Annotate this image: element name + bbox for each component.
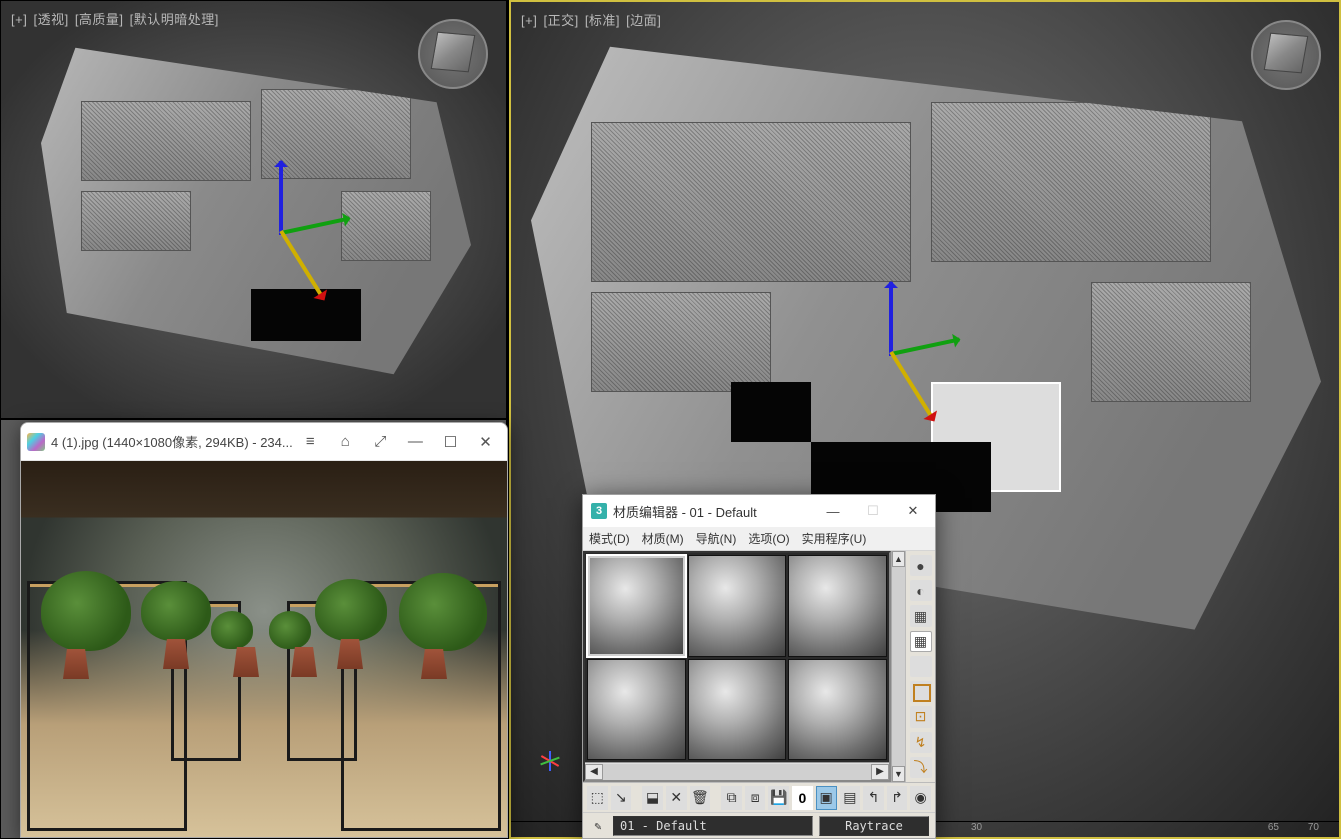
scroll-left-button[interactable]: ◀ xyxy=(585,764,603,780)
vp-menu-plus[interactable]: [+] xyxy=(11,12,27,27)
vp-menu-plus[interactable]: [+] xyxy=(521,13,537,28)
menu-options[interactable]: 选项(O) xyxy=(748,530,789,547)
material-editor-dialog[interactable]: 3 材质编辑器 - 01 - Default — ☐ ✕ 模式(D) 材质(M)… xyxy=(582,494,936,839)
sample-uv-button[interactable]: ▦ xyxy=(910,631,932,652)
vp-menu-shading[interactable]: [边面] xyxy=(626,13,661,28)
select-by-material-button[interactable]: ↯ xyxy=(910,732,932,753)
material-editor-title: 材质编辑器 - 01 - Default xyxy=(613,502,757,521)
material-name-row: ✎ Raytrace xyxy=(583,812,935,838)
make-copy-button[interactable]: ⧉ xyxy=(721,786,742,810)
vp-menu-shading[interactable]: [默认明暗处理] xyxy=(130,12,219,27)
assign-to-selection-button[interactable]: ⬓ xyxy=(642,786,663,810)
minimize-button[interactable]: — xyxy=(813,497,853,525)
go-to-parent-button[interactable]: ↰ xyxy=(863,786,884,810)
sample-slot-grid xyxy=(585,553,889,762)
reference-photo xyxy=(21,461,507,837)
show-end-result-button[interactable]: ▤ xyxy=(840,786,861,810)
options-button[interactable]: ⊡ xyxy=(910,706,932,727)
ruler-tick: 65 xyxy=(1268,822,1279,833)
sample-slot-6[interactable] xyxy=(788,659,887,761)
make-preview-button[interactable] xyxy=(910,681,932,702)
world-axis-tripod xyxy=(531,741,571,781)
pick-material-from-object-button[interactable]: ◉ xyxy=(910,786,931,810)
material-editor-menubar[interactable]: 模式(D) 材质(M) 导航(N) 选项(O) 实用程序(U) xyxy=(583,527,935,551)
maximize-button[interactable]: ☐ xyxy=(433,427,468,457)
fullscreen-button[interactable]: ⤢ xyxy=(363,427,398,457)
scroll-right-button[interactable]: ▶ xyxy=(871,764,889,780)
vp-menu-view[interactable]: [正交] xyxy=(543,13,578,28)
material-name-input[interactable] xyxy=(613,816,813,836)
menu-button[interactable]: ≡ xyxy=(293,427,328,457)
sample-type-button[interactable]: ● xyxy=(910,555,932,576)
material-editor-titlebar[interactable]: 3 材质编辑器 - 01 - Default — ☐ ✕ xyxy=(583,495,935,527)
sample-slot-3[interactable] xyxy=(788,555,887,657)
scroll-down-button[interactable]: ▼ xyxy=(892,766,905,782)
video-color-check-button[interactable] xyxy=(910,656,932,677)
get-material-button[interactable]: ⬚ xyxy=(587,786,608,810)
sample-slot-5[interactable] xyxy=(688,659,787,761)
material-side-toolbar: ● ◐ ▦ ▦ ⊡ ↯ ⤵ xyxy=(905,551,935,782)
image-viewer-title: 4 (1).jpg (1440×1080像素, 294KB) - 234... xyxy=(51,432,293,451)
vp-menu-quality[interactable]: [高质量] xyxy=(75,12,124,27)
sample-slot-4[interactable] xyxy=(587,659,686,761)
sample-hscroll[interactable]: ◀ ▶ xyxy=(585,762,889,780)
hscroll-track[interactable] xyxy=(603,764,871,780)
image-viewer-window[interactable]: 4 (1).jpg (1440×1080像素, 294KB) - 234... … xyxy=(20,422,508,838)
sample-vscroll[interactable]: ▲ ▼ xyxy=(891,551,905,782)
vscroll-track[interactable] xyxy=(892,567,905,766)
viewport-perspective[interactable]: [+] [透视] [高质量] [默认明暗处理] xyxy=(0,0,507,419)
material-editor-body: ◀ ▶ ▲ ▼ ● ◐ ▦ ▦ ⊡ ↯ ⤵ xyxy=(583,551,935,782)
viewport-label-right[interactable]: [+] [正交] [标准] [边面] xyxy=(521,10,663,29)
menu-utilities[interactable]: 实用程序(U) xyxy=(802,530,867,547)
reset-map-button[interactable]: ✕ xyxy=(666,786,687,810)
sample-slots-panel: ◀ ▶ xyxy=(583,551,891,782)
sample-slot-1[interactable] xyxy=(587,555,686,657)
vp-menu-view[interactable]: [透视] xyxy=(33,12,68,27)
transform-gizmo[interactable] xyxy=(821,282,961,422)
menu-navigate[interactable]: 导航(N) xyxy=(696,530,737,547)
transform-gizmo[interactable] xyxy=(211,161,351,301)
material-bottom-toolbar: ⬚ ↘ ⬓ ✕ 🗑 ⧉ ⧈ 💾 0 ▣ ▤ ↰ ↱ ◉ xyxy=(583,782,935,812)
put-to-library-button[interactable]: 💾 xyxy=(768,786,789,810)
vp-menu-quality[interactable]: [标准] xyxy=(585,13,620,28)
ruler-tick: 30 xyxy=(971,822,982,833)
material-id-button[interactable]: 0 xyxy=(792,786,813,810)
backlight-button[interactable]: ◐ xyxy=(910,580,932,601)
viewport-label-top-left[interactable]: [+] [透视] [高质量] [默认明暗处理] xyxy=(11,9,221,28)
sample-slot-2[interactable] xyxy=(688,555,787,657)
go-forward-button[interactable]: ↱ xyxy=(887,786,908,810)
close-button[interactable]: ✕ xyxy=(893,497,933,525)
scroll-up-button[interactable]: ▲ xyxy=(892,551,905,567)
material-map-navigator-button[interactable]: ⤵ xyxy=(910,757,932,778)
pick-material-icon[interactable]: ✎ xyxy=(589,817,607,835)
app-icon: 3 xyxy=(591,503,607,519)
image-viewer-titlebar[interactable]: 4 (1).jpg (1440×1080像素, 294KB) - 234... … xyxy=(21,423,507,461)
maximize-button: ☐ xyxy=(853,497,893,525)
put-to-scene-button[interactable]: ↘ xyxy=(611,786,632,810)
delete-button[interactable]: 🗑 xyxy=(690,786,711,810)
home-button[interactable]: ⌂ xyxy=(328,427,363,457)
image-viewer-app-icon xyxy=(27,433,45,451)
viewcube[interactable] xyxy=(418,19,488,89)
menu-material[interactable]: 材质(M) xyxy=(642,530,684,547)
show-shaded-in-viewport-button[interactable]: ▣ xyxy=(816,786,837,810)
make-unique-button[interactable]: ⧈ xyxy=(745,786,766,810)
material-type-button[interactable]: Raytrace xyxy=(819,816,929,836)
background-button[interactable]: ▦ xyxy=(910,605,932,626)
close-button[interactable]: ✕ xyxy=(468,427,503,457)
minimize-button[interactable]: — xyxy=(398,427,433,457)
ruler-tick: 70 xyxy=(1308,822,1319,833)
viewcube[interactable] xyxy=(1251,20,1321,90)
menu-mode[interactable]: 模式(D) xyxy=(589,530,630,547)
